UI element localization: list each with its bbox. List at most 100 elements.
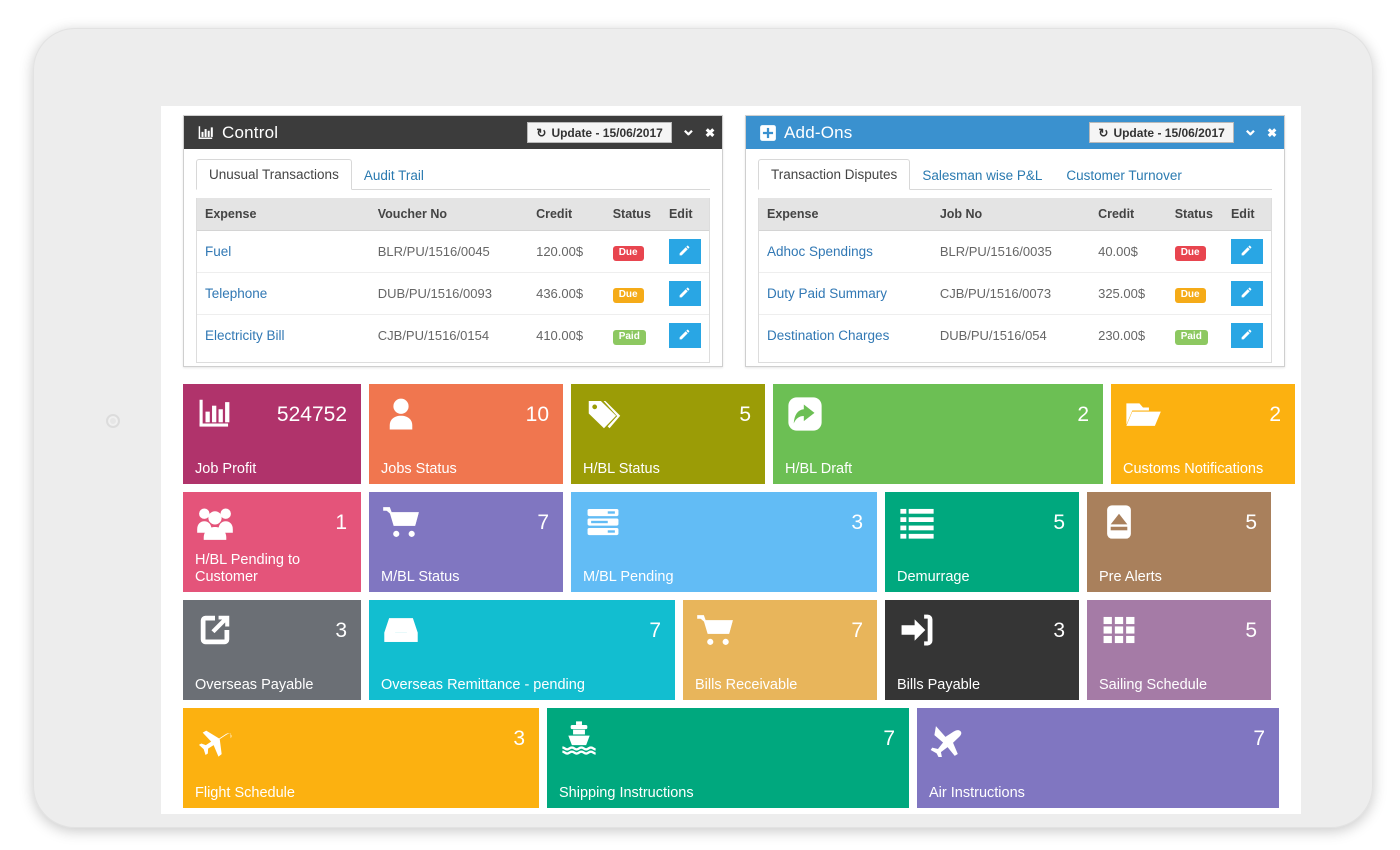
tile-row: 3 Overseas Payable 7 Overseas Remittance - … [183,600,1279,700]
table-container: Expense Voucher No Credit Status Edit Fuel BLR… [196,198,710,363]
status-badge: Due [1174,287,1206,303]
bar-chart-icon [195,394,235,434]
tile-top: 5 [583,394,753,434]
edit-button[interactable] [668,323,701,348]
user-icon [381,394,421,434]
status-badge: Due [612,245,644,261]
cell-document-no: CJB/PU/1516/0154 [377,328,490,343]
refresh-icon: ↻ [536,125,547,140]
table-row: Fuel BLR/PU/1516/0045 120.00$ Due [197,230,709,273]
cell-edit [1223,315,1271,357]
tile-count: 3 [851,510,863,534]
tile-top: 3 [195,718,527,758]
cell-status: Due [1166,272,1223,315]
tab-transaction-disputes[interactable]: Transaction Disputes [758,159,911,190]
tile-count: 5 [1053,510,1065,534]
tile-label: Job Profit [195,460,257,477]
tile-h-bl-draft[interactable]: 2 H/BL Draft [773,384,1103,484]
tile-air-instructions[interactable]: 7 Air Instructions [917,708,1279,808]
cell-document-no: DUB/PU/1516/0093 [369,272,529,315]
close-icon[interactable]: ✖ [1267,127,1277,139]
status-badge: Due [612,287,644,303]
tile-overseas-payable[interactable]: 3 Overseas Payable [183,600,361,700]
external-link-icon [195,610,235,650]
panel-body-addons: Transaction Disputes Salesman wise P&L Cus… [746,149,1284,375]
column-header: Expense [197,198,370,231]
tile-pre-alerts[interactable]: 5 Pre Alerts [1087,492,1271,592]
tile-label: H/BL Pending to Customer [195,551,301,585]
edit-button[interactable] [668,281,701,306]
close-icon[interactable]: ✖ [705,127,715,139]
tile-top: 524752 [195,394,349,434]
tile-customs-notifications[interactable]: 2 Customs Notifications [1111,384,1295,484]
tile-overseas-remittance-pending[interactable]: 7 Overseas Remittance - pending [369,600,675,700]
tile-m-bl-status[interactable]: 7 M/BL Status [369,492,563,592]
app-screen: Control ↻ Update - 15/06/2017 ⌄ ✖ Unusual Tra… [161,106,1301,814]
tile-bills-payable[interactable]: 3 Bills Payable [885,600,1079,700]
tile-label: M/BL Status [381,568,460,585]
tile-bills-receivable[interactable]: 7 Bills Receivable [683,600,877,700]
tile-flight-schedule[interactable]: 3 Flight Schedule [183,708,539,808]
tablet-home-button[interactable] [106,414,120,428]
cell-document-no: BLR/PU/1516/0035 [931,230,1091,273]
pencil-icon [1240,286,1253,302]
expense-link[interactable]: Telephone [205,286,267,301]
pencil-icon [678,286,691,302]
table-row: Adhoc Spendings BLR/PU/1516/0035 40.00$ Due [759,230,1271,273]
panel-addons: Add-Ons ↻ Update - 15/06/2017 ⌄ ✖ Transaction… [745,115,1285,367]
tile-m-bl-pending[interactable]: 3 M/BL Pending [571,492,877,592]
edit-button[interactable] [1230,323,1263,348]
status-badge: Due [1174,245,1206,261]
update-button[interactable]: ↻ Update - 15/06/2017 [1089,122,1234,143]
edit-button[interactable] [1230,281,1263,306]
tile-job-profit[interactable]: 524752 Job Profit [183,384,361,484]
tab-unusual-transactions[interactable]: Unusual Transactions [196,159,352,190]
tile-h-bl-pending-to-customer[interactable]: 1 H/BL Pending to Customer [183,492,361,592]
tile-demurrage[interactable]: 5 Demurrage [885,492,1079,592]
column-header: Status [604,198,661,231]
upload-icon [1099,502,1139,542]
tab-salesman-wise-p-l[interactable]: Salesman wise P&L [910,161,1054,190]
cell-status: Due [1166,230,1223,273]
expense-link[interactable]: Duty Paid Summary [767,286,887,301]
tile-top: 7 [381,502,551,542]
expense-link[interactable]: Electricity Bill [205,328,285,343]
tab-audit-trail[interactable]: Audit Trail [352,161,436,190]
edit-button[interactable] [1230,239,1263,264]
column-header: Expense [759,198,932,231]
tab-customer-turnover[interactable]: Customer Turnover [1054,161,1194,190]
panel-title: Control [222,122,279,142]
tile-count: 5 [1245,510,1257,534]
plus-square-icon [758,123,777,142]
cell-expense: Telephone [197,272,370,315]
expense-link[interactable]: Destination Charges [767,328,889,343]
edit-button[interactable] [668,239,701,264]
tile-sailing-schedule[interactable]: 5 Sailing Schedule [1087,600,1271,700]
transactions-table: Expense Job No Credit Status Edit Adhoc Spend… [759,198,1271,356]
panel-header-addons: Add-Ons ↻ Update - 15/06/2017 ⌄ ✖ [746,116,1284,149]
inbox-icon [381,610,421,650]
cell-credit: 410.00$ [536,328,584,343]
chevron-down-icon[interactable]: ⌄ [1243,120,1258,138]
tile-top: 3 [897,610,1067,650]
tile-top: 10 [381,394,551,434]
expense-link[interactable]: Adhoc Spendings [767,244,873,259]
tile-count: 2 [1269,402,1281,426]
tile-h-bl-status[interactable]: 5 H/BL Status [571,384,765,484]
tile-label: H/BL Status [583,460,660,477]
tablet-frame: Control ↻ Update - 15/06/2017 ⌄ ✖ Unusual Tra… [33,28,1373,828]
status-badge: Paid [612,329,646,345]
tile-count: 7 [1253,726,1265,750]
tile-shipping-instructions[interactable]: 7 Shipping Instructions [547,708,909,808]
cell-expense: Destination Charges [759,315,932,357]
expense-link[interactable]: Fuel [205,244,231,259]
cell-edit [1222,230,1271,273]
table-row: Destination Charges DUB/PU/1516/054 230.00… [759,315,1271,357]
tab-strip: Transaction Disputes Salesman wise P&L Cus… [758,159,1272,190]
tile-top: 1 [195,502,349,542]
chevron-down-icon[interactable]: ⌄ [681,120,696,138]
update-button[interactable]: ↻ Update - 15/06/2017 [527,122,672,143]
panel-control: Control ↻ Update - 15/06/2017 ⌄ ✖ Unusual Tra… [183,115,723,367]
tile-label: Customs Notifications [1123,460,1264,477]
tile-jobs-status[interactable]: 10 Jobs Status [369,384,563,484]
